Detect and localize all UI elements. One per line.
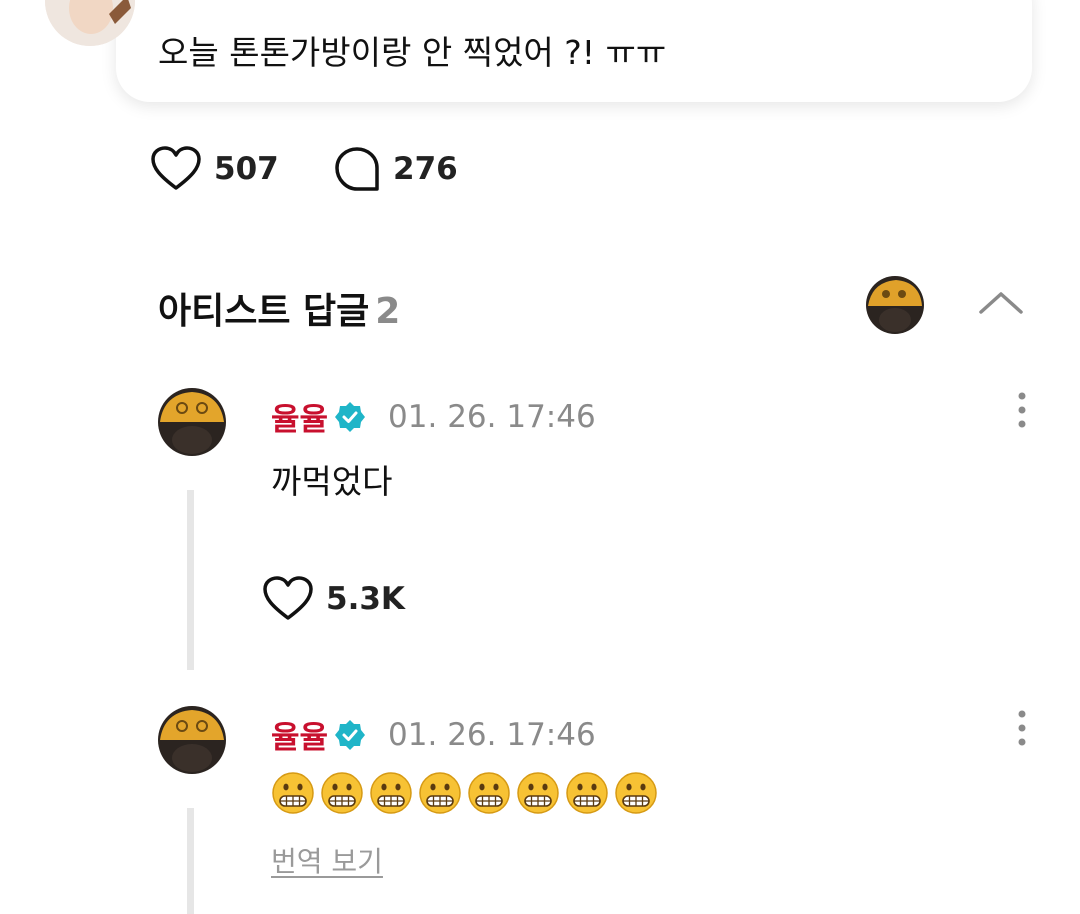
reply-timestamp: 01. 26. 17:46 xyxy=(388,716,596,753)
comment-bubble-icon xyxy=(335,147,379,191)
heart-icon xyxy=(263,576,313,620)
post-like-button[interactable]: 507 xyxy=(150,146,279,192)
reply-header: 율율 01. 26. 17:46 xyxy=(271,712,596,757)
grimacing-face-icon xyxy=(615,772,657,814)
reply-author-avatar[interactable] xyxy=(158,706,226,774)
translate-link[interactable]: 번역 보기 xyxy=(271,840,383,880)
grimacing-face-icon xyxy=(517,772,559,814)
reply-author-avatar[interactable] xyxy=(158,388,226,456)
reply-text: 😬😬😬😬😬😬😬😬 xyxy=(271,771,658,815)
artist-replies-label: 아티스트 답글 xyxy=(158,291,370,332)
grimacing-face-icon xyxy=(468,772,510,814)
post-text: 오늘 톤톤가방이랑 안 찍었어 ?! ㅠㅠ xyxy=(158,33,667,72)
grimacing-face-icon xyxy=(566,772,608,814)
reply-like-button[interactable]: 5.3K xyxy=(262,576,405,622)
artist-replies-title: 아티스트 답글 2 xyxy=(158,282,400,334)
post-comment-button[interactable]: 276 xyxy=(333,146,458,192)
post-comment-count: 276 xyxy=(393,151,458,187)
heart-icon xyxy=(151,146,201,190)
more-options-icon[interactable] xyxy=(1008,390,1036,430)
artist-avatar-small[interactable] xyxy=(866,276,924,334)
reply-author-name[interactable]: 율율 xyxy=(271,394,328,439)
grimacing-face-icon xyxy=(272,772,314,814)
reply-header: 율율 01. 26. 17:46 xyxy=(271,394,596,439)
verified-badge-icon xyxy=(335,719,366,750)
reply-timestamp: 01. 26. 17:46 xyxy=(388,398,596,435)
chevron-up-icon[interactable] xyxy=(976,282,1026,322)
grimacing-face-icon xyxy=(370,772,412,814)
verified-badge-icon xyxy=(335,401,366,432)
reply-author-name[interactable]: 율율 xyxy=(271,712,328,757)
reply-text: 까먹었다 xyxy=(271,462,393,501)
thread-line xyxy=(187,490,194,670)
artist-replies-count: 2 xyxy=(375,291,401,332)
post-like-count: 507 xyxy=(214,151,279,187)
more-options-icon[interactable] xyxy=(1008,708,1036,748)
grimacing-face-icon xyxy=(419,772,461,814)
reply-like-count: 5.3K xyxy=(326,581,405,617)
thread-line xyxy=(187,808,194,914)
grimacing-face-icon xyxy=(321,772,363,814)
